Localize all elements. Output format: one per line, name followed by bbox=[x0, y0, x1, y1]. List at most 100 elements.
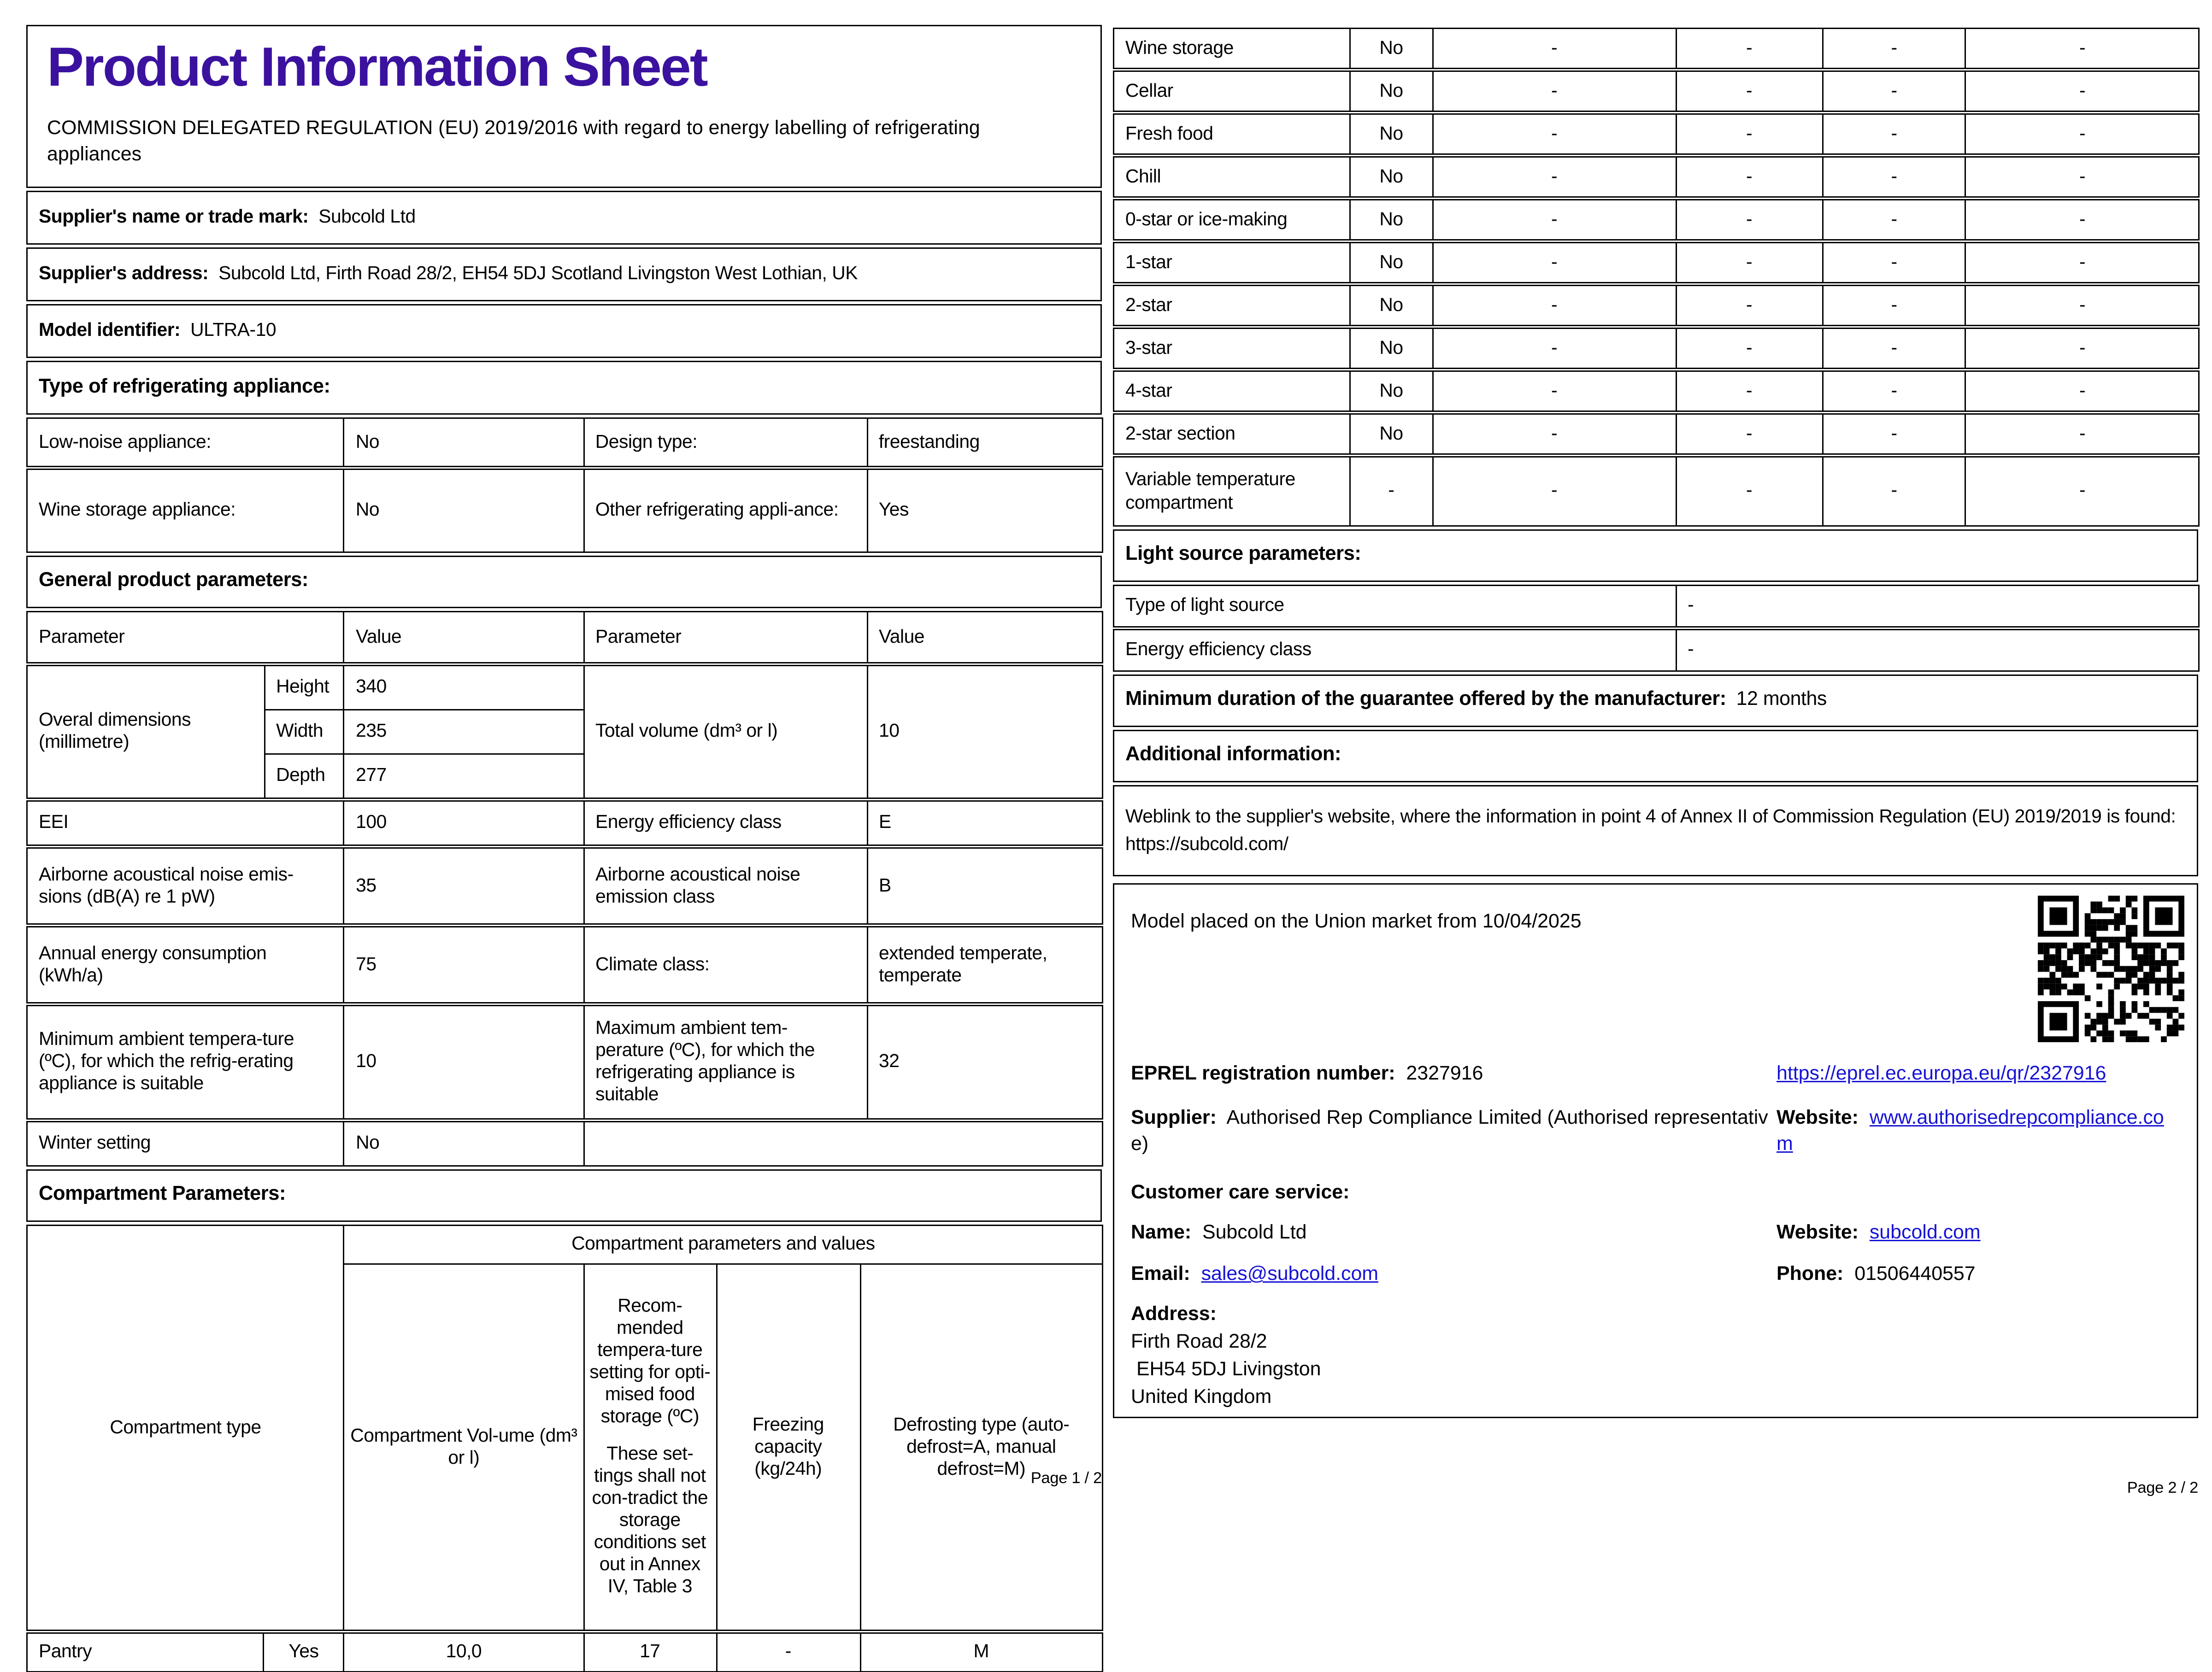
row-label: 1-star bbox=[1113, 239, 1351, 285]
other-appliance-label: Other refrigerating appli-ance: bbox=[582, 465, 868, 553]
model-identifier-cell: Model identifier: ULTRA-10 bbox=[26, 304, 1102, 358]
wine-storage-appliance-label: Wine storage appliance: bbox=[26, 465, 345, 553]
annual-energy-value: 75 bbox=[343, 923, 585, 1005]
row-dash: - bbox=[1675, 68, 1824, 113]
qr-code bbox=[2038, 896, 2184, 1042]
type-heading-row: Type of refrigerating appliance: bbox=[26, 360, 1102, 415]
row-dash: - bbox=[1822, 411, 1967, 456]
light-class-value: - bbox=[1675, 626, 2200, 672]
row-presence: No bbox=[1349, 282, 1434, 328]
row-2-star-section: 2-star section No - - - - bbox=[1113, 411, 2200, 456]
row-label: 3-star bbox=[1113, 325, 1351, 370]
value-header-2: Value bbox=[866, 610, 1103, 665]
supplier-address-value: Subcold Ltd, Firth Road 28/2, EH54 5DJ S… bbox=[218, 263, 858, 284]
general-heading-row: General product parameters: bbox=[26, 555, 1102, 608]
row-label: Chill bbox=[1113, 153, 1351, 199]
row-dash: - bbox=[1965, 325, 2200, 370]
appliance-type-table: Low-noise appliance: No Design type: fre… bbox=[26, 417, 1103, 553]
supplier-label: Supplier: bbox=[1131, 1107, 1217, 1129]
row-label: Cellar bbox=[1113, 68, 1351, 113]
supplier-value: Authorised Rep Compliance Limited (Autho… bbox=[1131, 1107, 1768, 1156]
row-presence: No bbox=[1349, 28, 1434, 70]
supplier-address-label: Supplier's address: bbox=[39, 263, 209, 284]
row-dash: - bbox=[1822, 68, 1967, 113]
row-dash: - bbox=[1432, 68, 1677, 113]
noise-label: Airborne acoustical noise emis-sions (dB… bbox=[26, 844, 345, 926]
depth-value: 277 bbox=[343, 753, 585, 800]
row-dash: - bbox=[1965, 68, 2200, 113]
row-dash: - bbox=[1675, 453, 1824, 527]
row-2-star: 2-star No - - - - bbox=[1113, 282, 2200, 328]
name-value: Subcold Ltd bbox=[1202, 1222, 1307, 1244]
email-link[interactable]: sales@subcold.com bbox=[1201, 1263, 1378, 1285]
row-label: 2-star section bbox=[1113, 411, 1351, 456]
winter-setting-empty bbox=[583, 1118, 1103, 1167]
eei-label: EEI bbox=[26, 797, 345, 847]
regulation-subtitle: COMMISSION DELEGATED REGULATION (EU) 201… bbox=[47, 117, 980, 167]
row-dash: - bbox=[1675, 411, 1824, 456]
row-dash: - bbox=[1822, 453, 1967, 527]
address-line-1: Firth Road 28/2 bbox=[1131, 1331, 1267, 1353]
row-dash: - bbox=[1432, 239, 1677, 285]
row-dash: - bbox=[1965, 453, 2200, 527]
compartment-heading-row: Compartment Parameters: bbox=[26, 1169, 1102, 1222]
total-volume-label: Total volume (dm³ or l) bbox=[583, 662, 868, 800]
row-dash: - bbox=[1675, 111, 1824, 156]
row-label: 4-star bbox=[1113, 368, 1351, 413]
row-label: 0-star or ice-making bbox=[1113, 196, 1351, 242]
width-label: Width bbox=[264, 709, 345, 755]
page-2-number: Page 2 / 2 bbox=[2127, 1480, 2199, 1497]
row-dash: - bbox=[1675, 196, 1824, 242]
height-value: 340 bbox=[343, 662, 585, 710]
light-heading-row: Light source parameters: bbox=[1113, 529, 2198, 582]
dimensions-label: Overal dimensions (millimetre) bbox=[26, 662, 265, 800]
row-3-star: 3-star No - - - - bbox=[1113, 325, 2200, 370]
supplier-name-row: Supplier's name or trade mark: Subcold L… bbox=[26, 190, 1102, 245]
row-dash: - bbox=[1432, 411, 1677, 456]
low-noise-value: No bbox=[343, 417, 584, 469]
width-value: 235 bbox=[343, 709, 585, 755]
light-heading-cell: Light source parameters: bbox=[1113, 529, 2198, 582]
row-dash: - bbox=[1432, 196, 1677, 242]
guarantee-label: Minimum duration of the guarantee offere… bbox=[1125, 689, 1726, 711]
defrosting-type-header: Defrosting type (auto-defrost=A, manual … bbox=[859, 1263, 1103, 1632]
supplier-name-cell: Supplier's name or trade mark: Subcold L… bbox=[26, 190, 1102, 245]
row-dash: - bbox=[1822, 153, 1967, 199]
energy-class-value: E bbox=[866, 797, 1103, 847]
other-appliance-value: Yes bbox=[866, 465, 1103, 553]
row-label: Variable temperature compartment bbox=[1113, 453, 1351, 527]
product-information-sheet: Product Information Sheet COMMISSION DEL… bbox=[0, 0, 2212, 1672]
freezing-capacity-header: Freezing capacity (kg/24h) bbox=[715, 1263, 861, 1632]
phone-label: Phone: bbox=[1777, 1263, 1844, 1285]
height-label: Height bbox=[264, 662, 345, 710]
row-presence: No bbox=[1349, 196, 1434, 242]
param-header-1: Parameter bbox=[26, 610, 345, 665]
compartment-params-header: Compartment parameters and values bbox=[343, 1224, 1103, 1265]
eei-value: 100 bbox=[343, 797, 585, 847]
row-presence: No bbox=[1349, 239, 1434, 285]
row-dash: - bbox=[1432, 368, 1677, 413]
compartment-heading-cell: Compartment Parameters: bbox=[26, 1169, 1102, 1222]
type-heading-cell: Type of refrigerating appliance: bbox=[26, 360, 1102, 415]
compartment-table: Compartment type Compartment parameters … bbox=[26, 1224, 1103, 1672]
weblink-text: Weblink to the supplier's website, where… bbox=[1125, 806, 2176, 827]
page-2: Wine storage No - - - - Cellar No - - - … bbox=[1113, 28, 2200, 1418]
row-dash: - bbox=[1965, 111, 2200, 156]
row-dash: - bbox=[1675, 239, 1824, 285]
winter-setting-value: No bbox=[343, 1118, 585, 1167]
care-website-link[interactable]: subcold.com bbox=[1870, 1222, 1981, 1244]
market-info-box: Model placed on the Union market from 10… bbox=[1113, 883, 2198, 1418]
phone-value: 01506440557 bbox=[1854, 1263, 1976, 1285]
additional-heading-row: Additional information: bbox=[1113, 730, 2198, 782]
row-dash: - bbox=[1965, 282, 2200, 328]
row-label: Fresh food bbox=[1113, 111, 1351, 156]
row-presence: No bbox=[1349, 325, 1434, 370]
climate-class-label: Climate class: bbox=[583, 923, 868, 1005]
name-label: Name: bbox=[1131, 1222, 1192, 1244]
noise-class-label: Airborne acoustical noise emission class bbox=[583, 844, 868, 926]
weblink-row: Weblink to the supplier's website, where… bbox=[1113, 785, 2198, 876]
eprel-link[interactable]: https://eprel.ec.europa.eu/qr/2327916 bbox=[1777, 1063, 2106, 1085]
row-label: 2-star bbox=[1113, 282, 1351, 328]
general-parameters-table: Parameter Value Parameter Value Overal d… bbox=[26, 610, 1103, 1167]
light-type-value: - bbox=[1675, 585, 2200, 629]
